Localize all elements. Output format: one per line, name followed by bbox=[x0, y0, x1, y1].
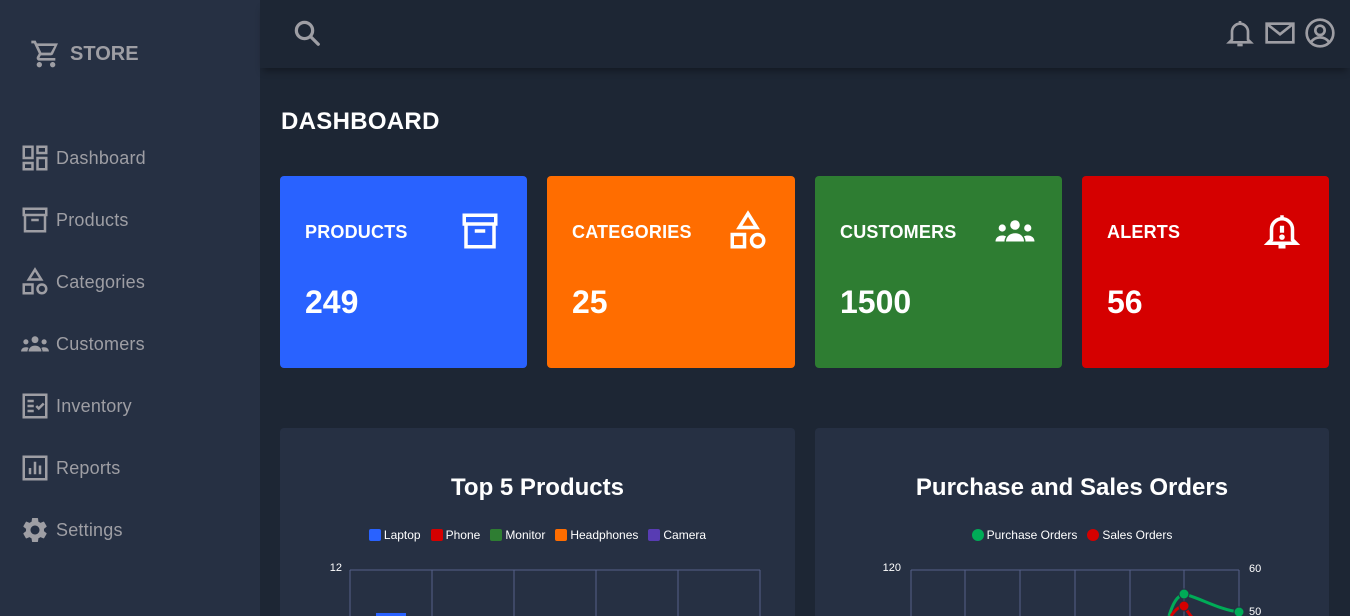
header-actions bbox=[1224, 17, 1336, 49]
account-icon[interactable] bbox=[1304, 17, 1336, 49]
sidebar-item-label: Inventory bbox=[56, 395, 132, 416]
sidebar: STORE Dashboard Products Categories Cust… bbox=[0, 0, 260, 616]
shapes-icon bbox=[20, 267, 56, 297]
sidebar-item-reports[interactable]: Reports bbox=[20, 451, 250, 513]
chart-panel-top-products: Top 5 Products Laptop Phone Monitor Head… bbox=[280, 428, 795, 616]
sales-orders-point[interactable] bbox=[1178, 600, 1190, 612]
dashboard-icon bbox=[20, 143, 56, 173]
sidebar-item-label: Categories bbox=[56, 271, 146, 292]
y-tick-label: 12 bbox=[330, 562, 342, 574]
people-icon bbox=[20, 329, 56, 359]
gear-icon bbox=[20, 515, 56, 545]
card-alerts[interactable]: ALERTS 56 bbox=[1082, 176, 1329, 368]
line-chart: 120 60 50 bbox=[883, 562, 1261, 616]
sidebar-item-label: Dashboard bbox=[56, 147, 146, 168]
brand-name: STORE bbox=[70, 42, 139, 65]
card-title: CATEGORIES bbox=[572, 222, 692, 242]
checklist-icon bbox=[20, 391, 56, 421]
sidebar-item-customers[interactable]: Customers bbox=[20, 327, 250, 389]
card-value: 25 bbox=[572, 284, 608, 320]
bar-chart: 12 bbox=[330, 562, 761, 616]
people-icon bbox=[995, 220, 1035, 242]
mail-icon[interactable] bbox=[1264, 17, 1296, 49]
archive-icon bbox=[462, 213, 498, 249]
purchase-orders-point[interactable] bbox=[1233, 606, 1245, 616]
sidebar-item-label: Settings bbox=[56, 519, 123, 540]
card-products[interactable]: PRODUCTS 249 bbox=[280, 176, 527, 368]
bar-chart-icon bbox=[20, 453, 56, 483]
top-header bbox=[260, 0, 1350, 68]
archive-icon bbox=[20, 205, 56, 235]
y-right-tick-label: 60 bbox=[1249, 563, 1261, 575]
sidebar-item-categories[interactable]: Categories bbox=[20, 265, 250, 327]
brand[interactable]: STORE bbox=[30, 38, 139, 70]
card-value: 56 bbox=[1107, 284, 1143, 320]
sidebar-item-inventory[interactable]: Inventory bbox=[20, 389, 250, 451]
card-categories[interactable]: CATEGORIES 25 bbox=[547, 176, 795, 368]
card-title: PRODUCTS bbox=[305, 222, 408, 242]
sidebar-item-label: Customers bbox=[56, 333, 145, 354]
y-left-tick-label: 120 bbox=[883, 562, 901, 574]
search-icon[interactable] bbox=[292, 18, 322, 48]
alert-bell-icon bbox=[1263, 215, 1301, 249]
card-value: 249 bbox=[305, 284, 359, 320]
y-right-tick-label: 50 bbox=[1249, 606, 1261, 616]
shapes-icon bbox=[730, 210, 766, 249]
card-title: CUSTOMERS bbox=[840, 222, 957, 242]
chart-grid bbox=[910, 569, 1240, 616]
page-title: DASHBOARD bbox=[281, 108, 440, 135]
card-customers[interactable]: CUSTOMERS 1500 bbox=[815, 176, 1062, 368]
sidebar-item-settings[interactable]: Settings bbox=[20, 513, 250, 575]
card-title: ALERTS bbox=[1107, 222, 1181, 242]
sidebar-item-dashboard[interactable]: Dashboard bbox=[20, 141, 250, 203]
card-value: 1500 bbox=[840, 284, 912, 320]
sidebar-nav: Dashboard Products Categories Customers … bbox=[20, 141, 250, 575]
sidebar-item-label: Reports bbox=[56, 457, 121, 478]
purchase-orders-point[interactable] bbox=[1178, 588, 1190, 600]
sidebar-item-products[interactable]: Products bbox=[20, 203, 250, 265]
chart-panel-orders: Purchase and Sales Orders Purchase Order… bbox=[815, 428, 1329, 616]
cart-icon bbox=[31, 40, 58, 68]
chart-grid bbox=[349, 569, 761, 616]
bell-icon[interactable] bbox=[1224, 17, 1256, 49]
sidebar-item-label: Products bbox=[56, 209, 129, 230]
